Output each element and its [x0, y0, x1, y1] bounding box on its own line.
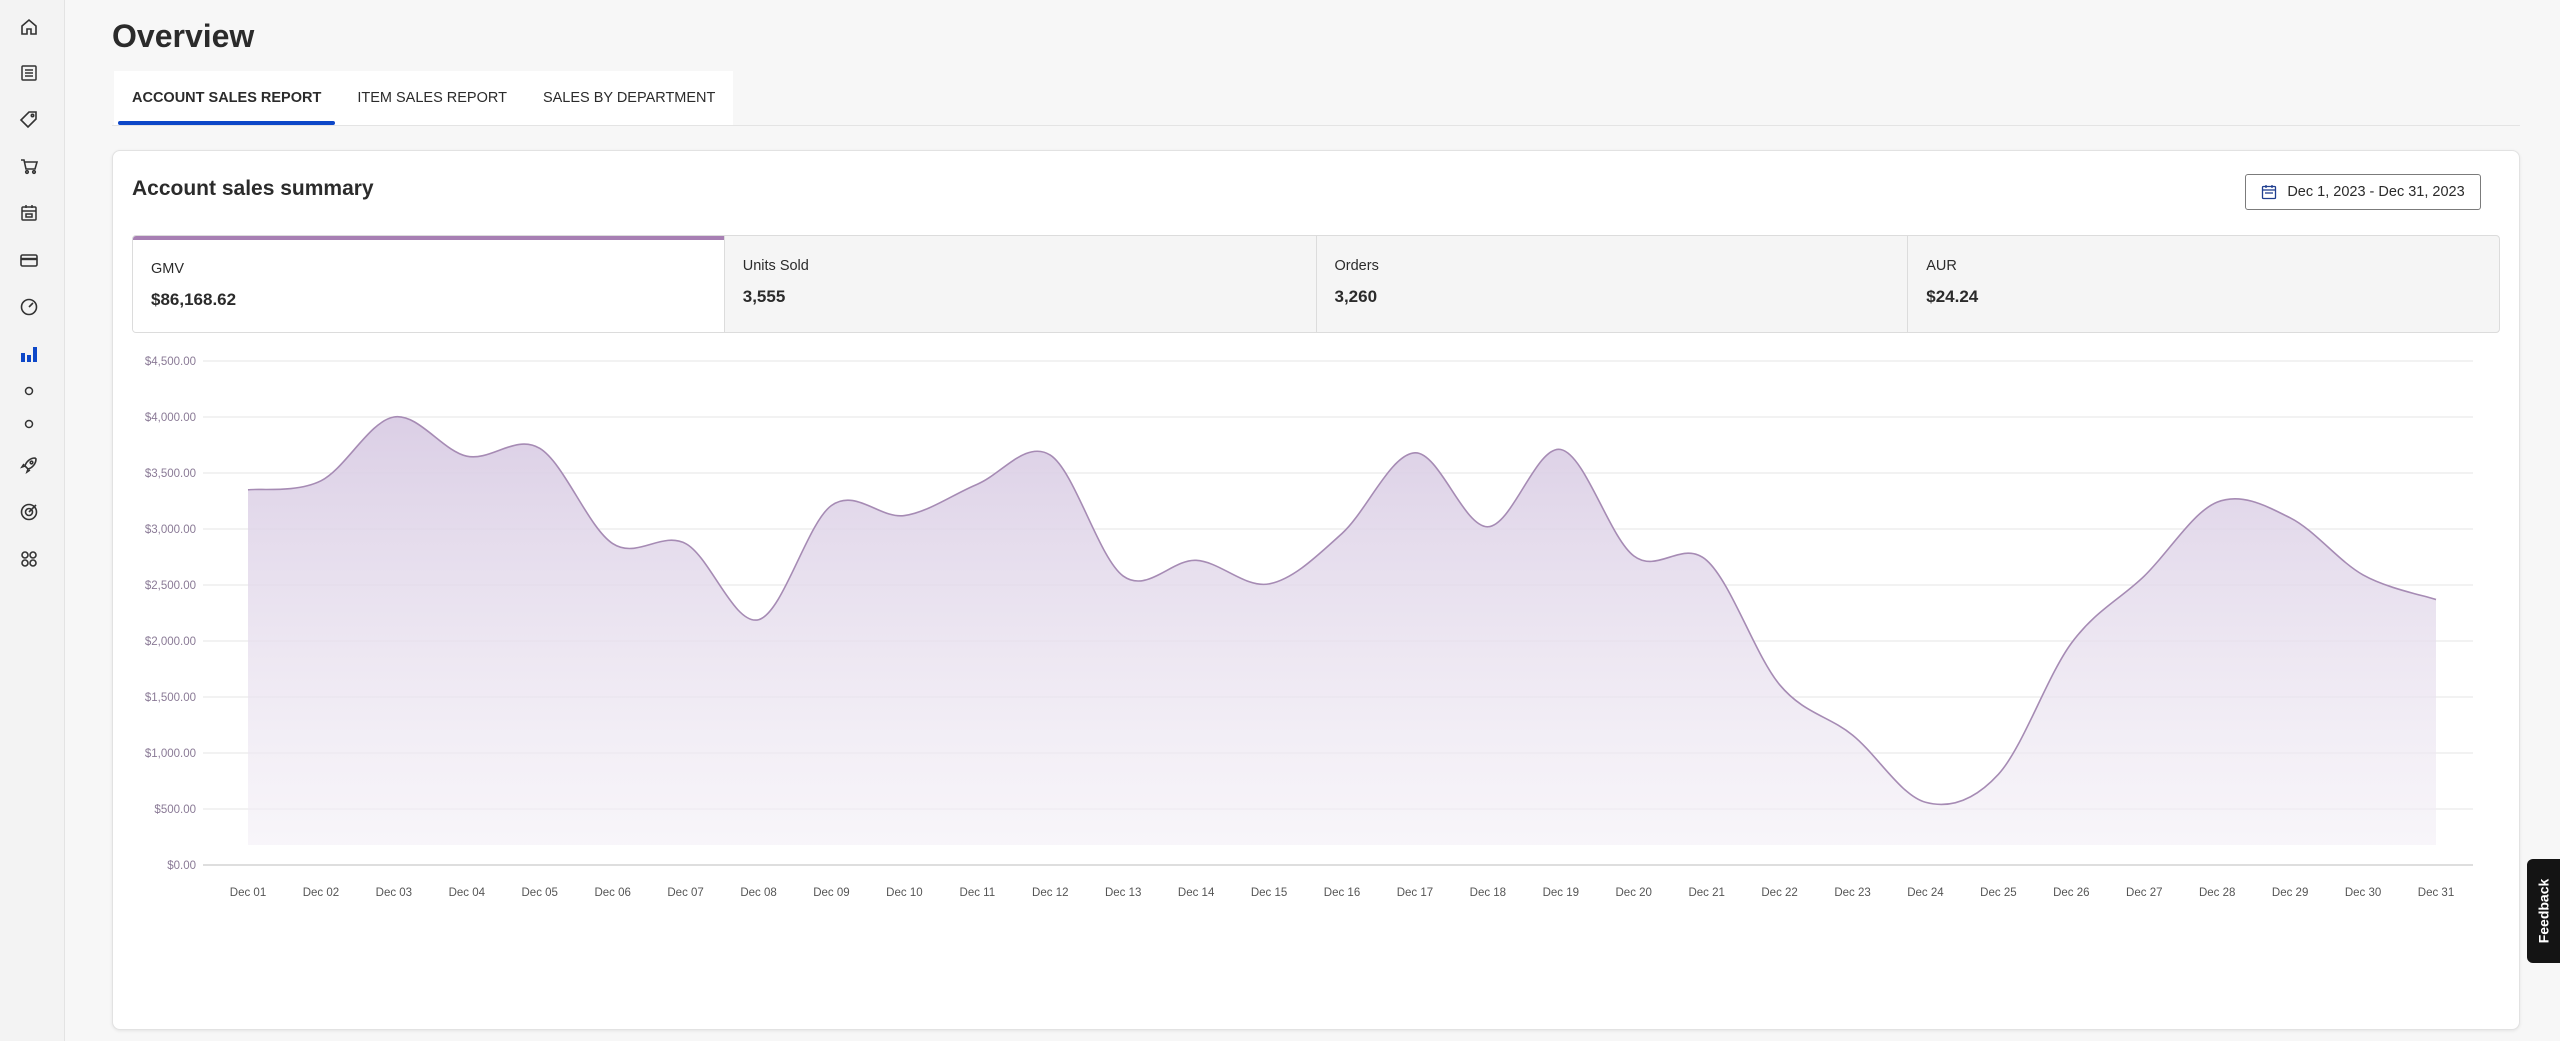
x-tick-label: Dec 24 [1907, 887, 1944, 899]
y-tick-label: $4,500.00 [145, 356, 196, 368]
y-tick-label: $0.00 [167, 860, 196, 872]
grid-icon[interactable] [18, 548, 40, 570]
x-tick-label: Dec 11 [960, 887, 996, 899]
x-tick-label: Dec 08 [740, 887, 776, 899]
x-tick-label: Dec 27 [2126, 887, 2162, 899]
rocket-icon[interactable] [18, 454, 40, 476]
feedback-button[interactable]: Feedback [2527, 859, 2560, 963]
y-tick-label: $1,500.00 [145, 692, 196, 704]
x-tick-label: Dec 02 [303, 887, 339, 899]
x-tick-label: Dec 25 [1980, 887, 2016, 899]
cart-icon[interactable] [18, 155, 40, 177]
x-tick-label: Dec 20 [1616, 887, 1652, 899]
y-tick-label: $2,500.00 [145, 580, 196, 592]
page-title: Overview [112, 18, 255, 54]
y-tick-label: $500.00 [154, 804, 196, 816]
x-tick-label: Dec 17 [1397, 887, 1433, 899]
x-tick-label: Dec 23 [1834, 887, 1870, 899]
x-tick-label: Dec 07 [667, 887, 703, 899]
x-tick-label: Dec 22 [1761, 887, 1797, 899]
home-icon[interactable] [18, 16, 40, 38]
report-tabs: ACCOUNT SALES REPORT ITEM SALES REPORT S… [114, 71, 734, 125]
x-tick-label: Dec 10 [886, 887, 922, 899]
target-icon[interactable] [18, 501, 40, 523]
tab-sales-by-department[interactable]: SALES BY DEPARTMENT [525, 71, 733, 125]
tab-item-sales-report[interactable]: ITEM SALES REPORT [339, 71, 525, 125]
card-icon[interactable] [18, 249, 40, 271]
small-circle-icon[interactable] [18, 380, 40, 402]
chart-y-ticks: $0.00 $500.00 $1,000.00 $1,500.00 $2,000.00 $… [145, 356, 196, 872]
x-tick-label: Dec 06 [594, 887, 630, 899]
tabs-divider [112, 125, 2520, 126]
small-circle-icon[interactable] [18, 413, 40, 435]
x-tick-label: Dec 31 [2418, 887, 2454, 899]
chart-x-ticks: Dec 01 Dec 02 Dec 03 Dec 04 Dec 05 Dec 06 Dec … [230, 887, 2454, 899]
sidebar [0, 0, 65, 1041]
x-tick-label: Dec 01 [230, 887, 266, 899]
y-tick-label: $3,000.00 [145, 524, 196, 536]
x-tick-label: Dec 21 [1688, 887, 1724, 899]
feedback-label: Feedback [2535, 878, 2552, 944]
x-tick-label: Dec 03 [376, 887, 412, 899]
x-tick-label: Dec 14 [1178, 887, 1215, 899]
x-tick-label: Dec 28 [2199, 887, 2235, 899]
speedometer-icon[interactable] [18, 296, 40, 318]
account-sales-summary-card: Account sales summary Dec 1, 2023 - Dec … [112, 150, 2520, 1030]
x-tick-label: Dec 09 [813, 887, 849, 899]
x-tick-label: Dec 13 [1105, 887, 1141, 899]
chart-area [247, 416, 2437, 845]
x-tick-label: Dec 29 [2272, 887, 2308, 899]
x-tick-label: Dec 04 [449, 887, 486, 899]
series-area-fill [248, 416, 2436, 845]
x-tick-label: Dec 12 [1032, 887, 1068, 899]
x-tick-label: Dec 26 [2053, 887, 2089, 899]
x-tick-label: Dec 15 [1251, 887, 1287, 899]
y-tick-label: $1,000.00 [145, 748, 196, 760]
x-tick-label: Dec 19 [1543, 887, 1579, 899]
bar-chart-icon[interactable] [18, 343, 40, 365]
x-tick-label: Dec 16 [1324, 887, 1360, 899]
list-icon[interactable] [18, 62, 40, 84]
x-tick-label: Dec 18 [1470, 887, 1506, 899]
tag-icon[interactable] [18, 108, 40, 130]
gmv-area-chart: $0.00 $500.00 $1,000.00 $1,500.00 $2,000.00 $… [145, 356, 2473, 899]
calendar-box-icon[interactable] [18, 202, 40, 224]
x-tick-label: Dec 30 [2345, 887, 2381, 899]
tab-account-sales-report[interactable]: ACCOUNT SALES REPORT [114, 71, 339, 125]
y-tick-label: $2,000.00 [145, 636, 196, 648]
y-tick-label: $3,500.00 [145, 468, 196, 480]
y-tick-label: $4,000.00 [145, 412, 196, 424]
x-tick-label: Dec 05 [522, 887, 558, 899]
